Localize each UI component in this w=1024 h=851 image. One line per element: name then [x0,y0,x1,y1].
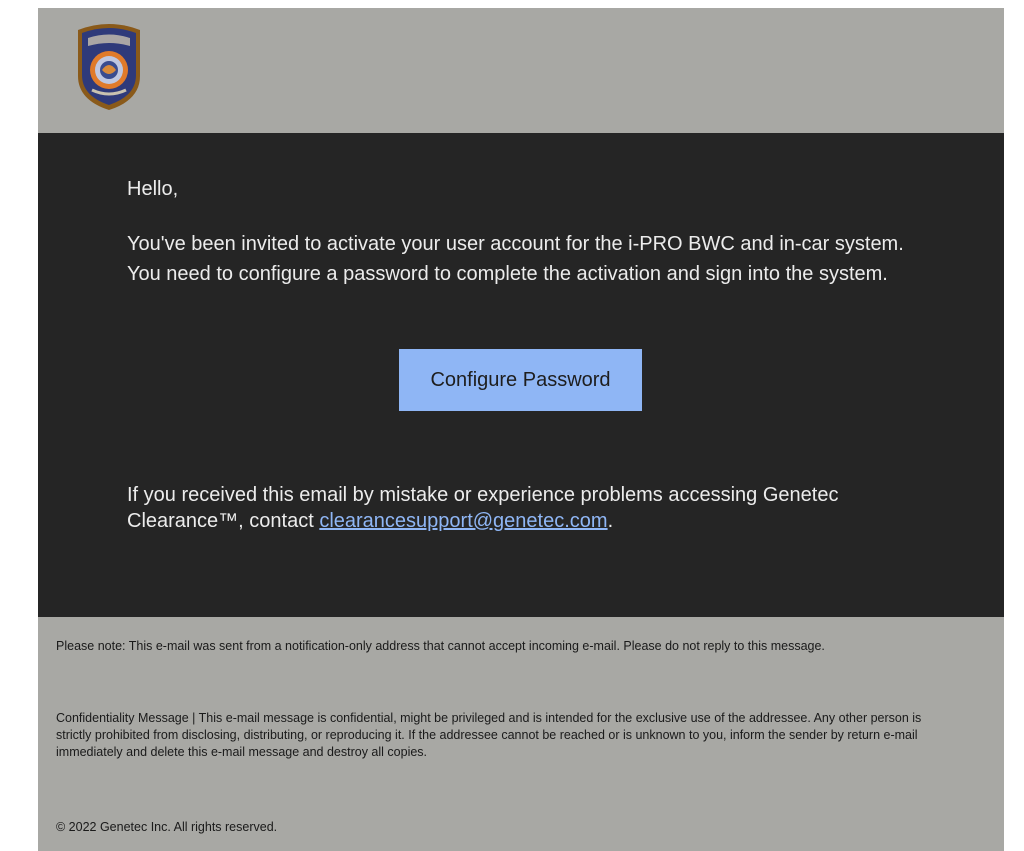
copyright-text: © 2022 Genetec Inc. All rights reserved. [56,820,278,834]
confidentiality-message: Confidentiality Message | This e-mail me… [56,711,922,759]
help-text-suffix: . [607,510,614,532]
greeting-text: Hello, [127,178,179,200]
configure-password-button[interactable]: Configure Password [399,349,642,411]
invitation-message: You've been invited to activate your use… [127,233,904,285]
email-body: Hello, You've been invited to activate y… [38,8,1004,851]
no-reply-note: Please note: This e-mail was sent from a… [56,639,825,653]
help-text: If you received this email by mistake or… [127,482,887,534]
email-viewport: Hello, You've been invited to activate y… [0,0,1024,851]
message-card: Hello, You've been invited to activate y… [38,133,1004,617]
support-email-link[interactable]: clearancesupport@genetec.com [319,510,607,532]
police-department-patch-icon [72,20,146,112]
